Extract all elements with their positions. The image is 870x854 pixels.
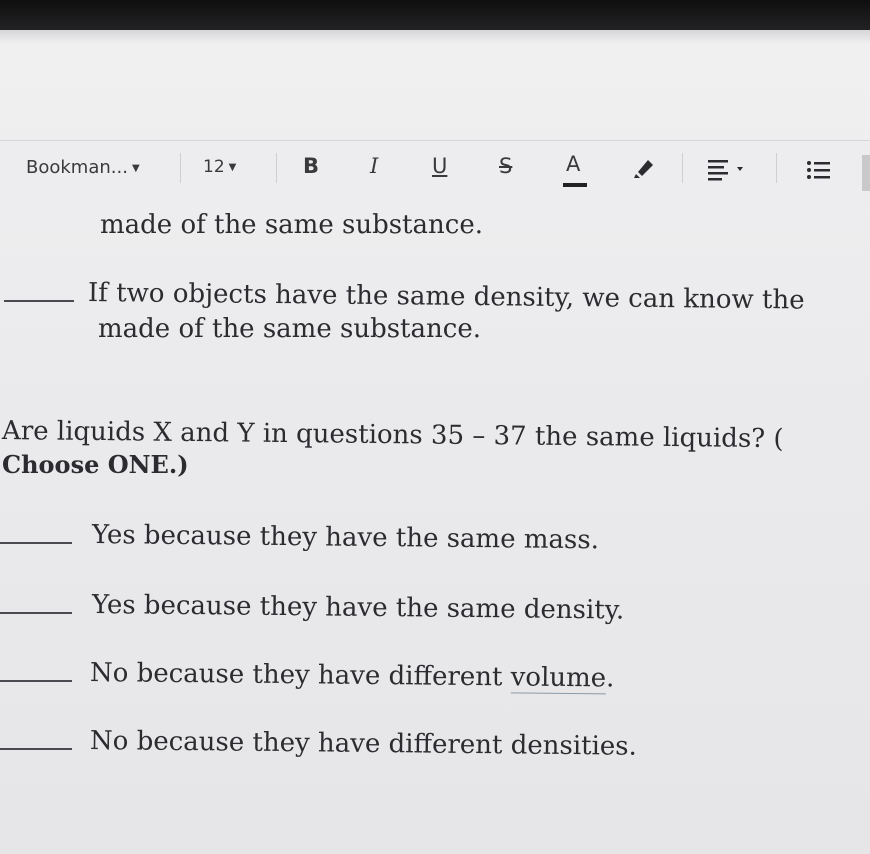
strikethrough-button[interactable]: S — [499, 154, 512, 178]
align-dropdown[interactable] — [706, 157, 748, 186]
chevron-down-icon: ▼ — [131, 162, 140, 174]
option-4: No because they have different densities… — [89, 726, 638, 762]
toolbar-divider — [276, 153, 277, 183]
question-text: Are liquids X and Y in questions 35 – 37… — [1, 416, 784, 455]
chevron-down-icon: ▼ — [228, 161, 237, 173]
underline-button[interactable]: U — [432, 154, 447, 178]
font-family-value: Bookman... — [26, 157, 128, 178]
screen-top-bezel — [0, 0, 870, 30]
highlight-button[interactable] — [630, 155, 656, 184]
option-1: Yes because they have the same mass. — [91, 520, 600, 556]
align-left-icon — [708, 160, 743, 181]
statement-line-2: made of the same substance. — [98, 314, 481, 344]
toolbar-overflow-edge — [862, 155, 870, 191]
option-3-period: . — [605, 663, 615, 694]
answer-blank[interactable] — [0, 542, 72, 544]
answer-blank[interactable] — [0, 748, 72, 750]
answer-blank[interactable] — [4, 300, 74, 302]
answer-blank[interactable] — [0, 612, 72, 614]
continuation-text: made of the same substance. — [100, 210, 483, 240]
bulleted-list-button[interactable] — [806, 159, 832, 188]
font-size-value: 12 — [203, 157, 225, 177]
formatting-toolbar: Bookman... ▼ 12 ▼ B I U S A — [0, 140, 870, 207]
spellcheck-underlined-word[interactable]: volume — [510, 662, 607, 695]
toolbar-divider — [180, 153, 181, 183]
option-3-text: No because they have different — [89, 658, 511, 693]
toolbar-divider — [682, 153, 683, 183]
option-2: Yes because they have the same density. — [91, 590, 625, 626]
question-instruction: Choose ONE.) — [2, 450, 189, 479]
bezel-shadow — [0, 30, 870, 44]
text-color-button[interactable]: A — [563, 152, 587, 187]
statement-line-1: If two objects have the same density, we… — [87, 278, 805, 316]
bold-button[interactable]: B — [303, 154, 319, 178]
highlighter-icon — [634, 160, 653, 178]
italic-button[interactable]: I — [370, 154, 378, 178]
text-color-swatch — [563, 183, 587, 187]
option-3: No because they have different volume. — [89, 658, 615, 695]
bulleted-list-icon — [807, 161, 830, 179]
text-color-label: A — [566, 152, 581, 176]
font-size-dropdown[interactable]: 12 ▼ — [203, 157, 236, 177]
font-family-dropdown[interactable]: Bookman... ▼ — [26, 157, 140, 178]
answer-blank[interactable] — [0, 680, 72, 682]
toolbar-divider — [776, 153, 777, 183]
